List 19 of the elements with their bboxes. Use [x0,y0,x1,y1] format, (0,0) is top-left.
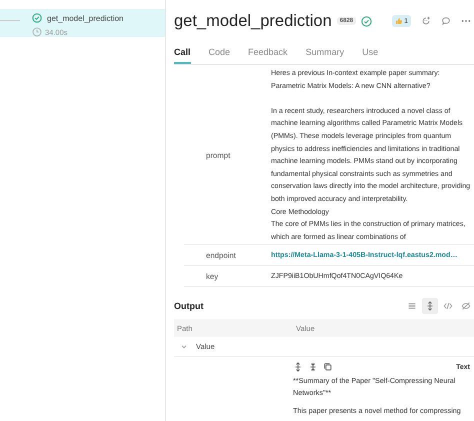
thumbs-up-icon [395,17,404,25]
call-name: get_model_prediction [47,14,124,22]
add-emoji-icon[interactable] [421,16,431,26]
tab[interactable]: Use [362,41,378,64]
tab[interactable]: Summary [306,41,344,64]
expand-view-icon[interactable] [422,298,438,314]
collapse-icon[interactable] [308,362,318,372]
check-circle-icon [32,13,42,23]
call-title: get_model_prediction [174,12,332,30]
copy-icon[interactable] [323,362,333,372]
clock-icon [32,27,42,37]
chevron-icon[interactable] [180,342,188,351]
tab[interactable]: Call [174,41,191,64]
check-circle-icon [361,16,372,26]
comment-icon[interactable] [441,16,451,26]
tab[interactable]: Code [208,41,230,64]
tab[interactable]: Feedback [248,41,288,64]
output-heading: Output [174,301,204,312]
expand-icon[interactable] [293,362,303,372]
